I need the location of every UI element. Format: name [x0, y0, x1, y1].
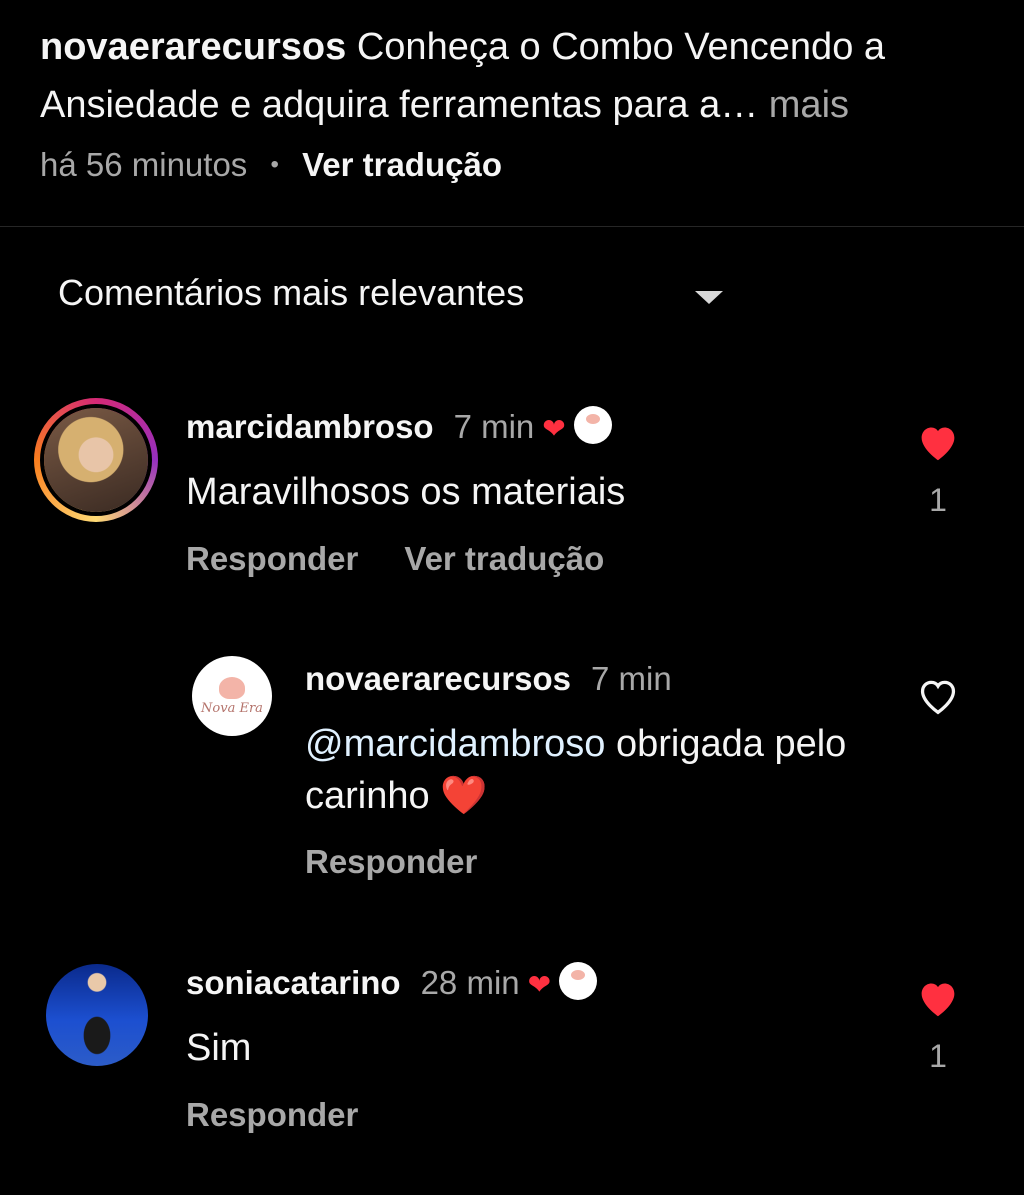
author-avatar-icon	[573, 406, 612, 444]
post-time: há 56 minutos	[40, 146, 248, 183]
more-link[interactable]: mais	[769, 84, 849, 126]
avatar[interactable]	[46, 964, 148, 1066]
translate-link[interactable]: Ver tradução	[302, 146, 502, 183]
like-button[interactable]	[915, 422, 961, 462]
comment-actions: Responder	[305, 843, 523, 881]
reply-button[interactable]: Responder	[186, 1096, 358, 1133]
separator-dot: •	[270, 151, 279, 178]
heart-icon	[921, 427, 955, 461]
comment-header: soniacatarino 28 min ❤	[186, 962, 598, 1002]
post-caption: novaerarecursos Conheça o Combo Vencendo…	[40, 18, 990, 134]
reply-button[interactable]: Responder	[186, 540, 358, 577]
like-button[interactable]	[915, 978, 961, 1018]
divider	[0, 226, 1024, 227]
comment-actions: Responder Ver tradução	[186, 540, 650, 578]
heart-icon: ❤	[542, 413, 566, 444]
caption-username[interactable]: novaerarecursos	[40, 26, 346, 68]
mention-link[interactable]: @marcidambroso	[305, 723, 605, 765]
author-avatar-icon	[559, 962, 598, 1000]
sort-label[interactable]: Comentários mais relevantes	[58, 272, 524, 314]
comment-text: @marcidambroso obrigada pelo carinho ❤️	[305, 718, 865, 822]
avatar	[44, 408, 148, 512]
comment-text: Sim	[186, 1027, 252, 1069]
heart-icon	[921, 983, 955, 1017]
story-ring-avatar[interactable]	[34, 398, 158, 522]
comments-screen: novaerarecursos Conheça o Combo Vencendo…	[0, 0, 1024, 1195]
comment-actions: Responder	[186, 1096, 404, 1134]
brand-logo: Nova Era	[192, 656, 272, 736]
comment-time: 28 min	[420, 964, 520, 1001]
post-meta: há 56 minutos • Ver tradução	[40, 146, 502, 184]
heart-outline-icon	[920, 680, 956, 715]
comment-text: Maravilhosos os materiais	[186, 471, 626, 513]
avatar[interactable]: Nova Era	[192, 656, 272, 736]
like-button[interactable]	[915, 676, 961, 716]
like-count: 1	[929, 482, 947, 518]
comment-time: 7 min	[453, 408, 535, 445]
comment-header: marcidambroso 7 min ❤	[186, 406, 612, 446]
comment-header: novaerarecursos 7 min	[305, 660, 672, 698]
comment-username[interactable]: soniacatarino	[186, 964, 401, 1001]
comment-username[interactable]: marcidambroso	[186, 408, 434, 445]
heart-icon: ❤	[527, 969, 552, 1000]
translate-button[interactable]: Ver tradução	[404, 540, 604, 577]
caret-down-icon[interactable]	[695, 291, 723, 304]
reply-button[interactable]: Responder	[305, 843, 477, 880]
comment-time: 7 min	[590, 660, 672, 697]
comment-username[interactable]: novaerarecursos	[305, 660, 571, 697]
like-count: 1	[929, 1038, 947, 1074]
